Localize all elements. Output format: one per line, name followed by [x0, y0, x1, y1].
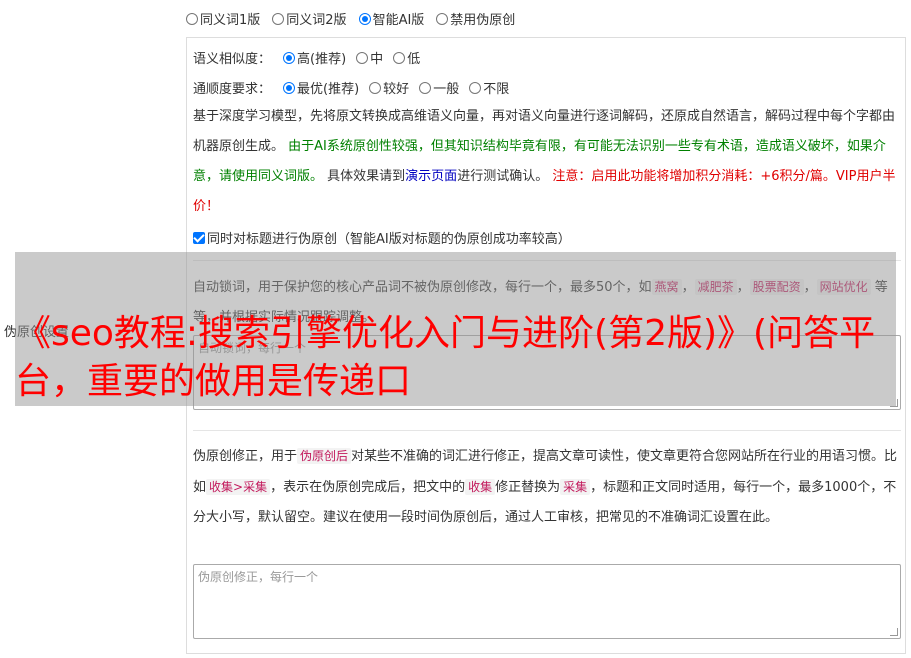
example-tag: 伪原创后	[297, 448, 352, 464]
similarity-row: 语义相似度： 高(推荐) 中 低	[193, 48, 420, 67]
radio-selected-icon[interactable]	[283, 51, 296, 64]
example-tag: 采集	[560, 479, 591, 495]
radio-icon[interactable]	[272, 12, 285, 25]
example-tag: 收集>采集	[206, 479, 271, 495]
fluency-option-best[interactable]: 最优(推荐)	[283, 78, 359, 97]
radio-icon[interactable]	[436, 12, 449, 25]
correction-description: 伪原创修正，用于 伪原创后 对某些不准确的词汇进行修正，提高文章可读性，使文章更符合…	[193, 448, 898, 525]
version-option-disable[interactable]: 禁用伪原创	[436, 9, 515, 28]
radio-icon[interactable]	[369, 81, 382, 94]
ai-description: 基于深度学习模型，先将原文转换成高维语义向量，再对语义向量进行逐词解码，还原成自…	[193, 109, 896, 214]
demo-page-link[interactable]: 演示页面	[405, 169, 457, 184]
version-options: 同义词1版 同义词2版 智能AI版 禁用伪原创	[186, 9, 515, 28]
radio-icon[interactable]	[469, 81, 482, 94]
similarity-option-high[interactable]: 高(推荐)	[283, 48, 346, 67]
radio-icon[interactable]	[356, 51, 369, 64]
similarity-option-medium[interactable]: 中	[356, 48, 383, 67]
divider	[193, 430, 901, 431]
overlay-title: 《seo教程:搜索引擎优化入门与进阶(第2版)》(问答平台，重要的做用是传递口	[15, 313, 876, 402]
fluency-row: 通顺度要求： 最优(推荐) 较好 一般 不限	[193, 78, 509, 97]
version-option-ai[interactable]: 智能AI版	[358, 9, 424, 28]
radio-selected-icon[interactable]	[358, 12, 371, 25]
radio-icon[interactable]	[393, 51, 406, 64]
radio-icon[interactable]	[186, 12, 198, 25]
checkbox-checked-icon[interactable]	[193, 231, 205, 244]
version-option-synonym2[interactable]: 同义词2版	[272, 9, 347, 28]
correction-textarea[interactable]: 伪原创修正，每行一个	[193, 564, 901, 639]
resize-handle-icon[interactable]	[890, 628, 898, 636]
title-rewrite-checkbox-row[interactable]: 同时对标题进行伪原创（智能AI版对标题的伪原创成功率较高）	[193, 228, 571, 247]
fluency-label: 通顺度要求：	[193, 82, 272, 97]
fluency-option-any[interactable]: 不限	[469, 78, 509, 97]
example-tag: 收集	[465, 479, 496, 495]
version-option-synonym1[interactable]: 同义词1版	[186, 9, 260, 28]
similarity-option-low[interactable]: 低	[393, 48, 420, 67]
fluency-option-normal[interactable]: 一般	[419, 78, 459, 97]
radio-icon[interactable]	[419, 81, 432, 94]
radio-selected-icon[interactable]	[283, 81, 296, 94]
similarity-label: 语义相似度：	[193, 52, 272, 67]
fluency-option-good[interactable]: 较好	[369, 78, 409, 97]
